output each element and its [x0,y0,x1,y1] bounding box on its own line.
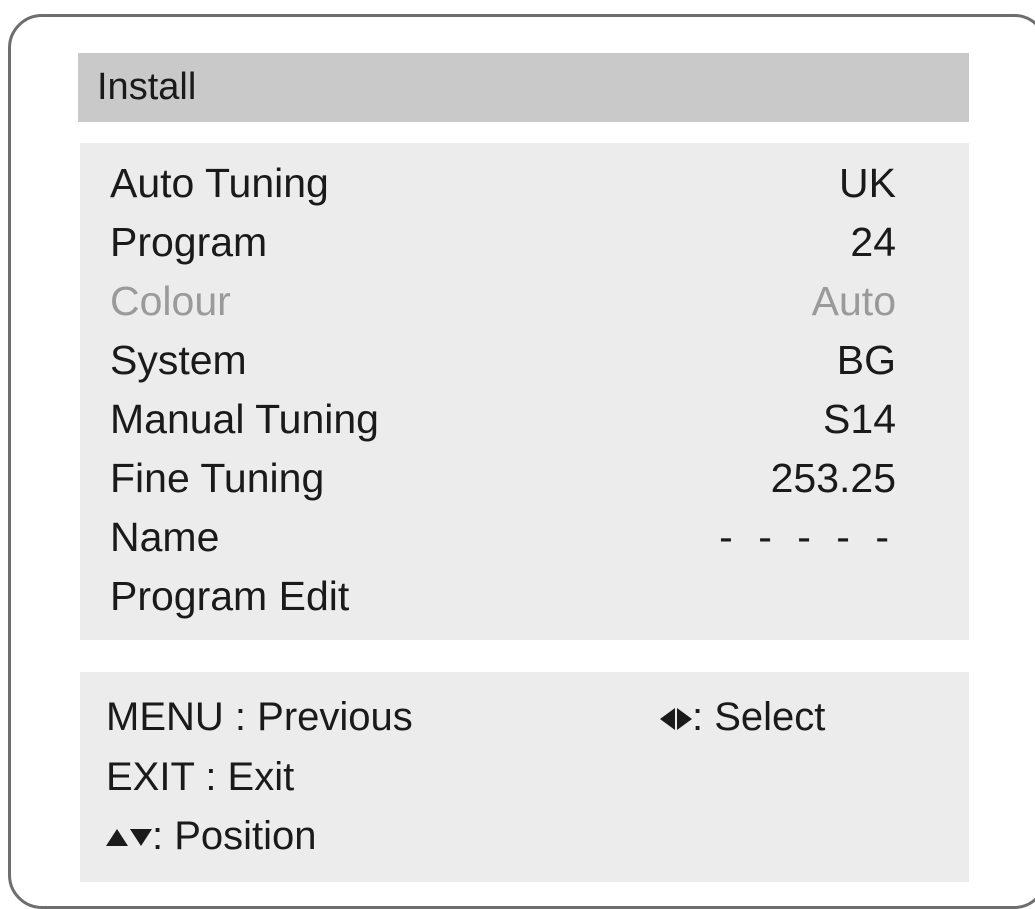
select-action: : Select [692,695,826,739]
menu-key-action: : Previous [234,695,413,739]
menu-item-label: Manual Tuning [110,396,379,442]
menu-item-label: Program [110,219,268,265]
help-select: : Select [660,692,825,742]
menu-item-system[interactable]: System BG [110,332,896,388]
menu-item-value: 24 [850,219,896,265]
help-exit: EXIT : Exit [106,752,294,802]
menu-item-auto-tuning[interactable]: Auto Tuning UK [110,155,896,211]
menu-item-program-edit[interactable]: Program Edit [110,568,896,624]
position-action: : Position [152,814,317,858]
menu-item-value: - - - - - [719,514,896,560]
menu-item-value: UK [839,160,896,206]
menu-item-label: Fine Tuning [110,455,325,501]
menu-item-value: BG [836,337,896,383]
menu-item-value: 253.25 [770,455,896,501]
menu-item-label: System [110,337,247,383]
help-menu-previous: MENU : Previous [106,692,413,742]
menu-item-fine-tuning[interactable]: Fine Tuning 253.25 [110,450,896,506]
menu-title-bar: Install [78,53,969,122]
menu-item-name[interactable]: Name - - - - - [110,509,896,565]
menu-key-label: MENU [106,695,224,739]
menu-item-label: Program Edit [110,573,350,619]
up-down-arrows-icon [106,810,152,860]
menu-item-manual-tuning[interactable]: Manual Tuning S14 [110,391,896,447]
menu-item-value: S14 [823,396,896,442]
menu-item-value: Auto [811,278,896,324]
menu-item-label: Name [110,514,220,560]
menu-title: Install [97,66,197,108]
help-position: : Position [106,811,317,861]
install-menu-panel: Auto Tuning UK Program 24 Colour Auto Sy… [80,143,969,640]
exit-key-action: : Exit [205,755,295,799]
menu-item-label: Auto Tuning [110,160,329,206]
menu-item-label: Colour [110,278,231,324]
left-right-arrows-icon [660,691,692,741]
menu-item-program[interactable]: Program 24 [110,214,896,270]
exit-key-label: EXIT [106,755,195,799]
key-help-panel: MENU : Previous : Select EXIT : Exit : P… [80,672,969,882]
menu-item-colour: Colour Auto [110,273,896,329]
